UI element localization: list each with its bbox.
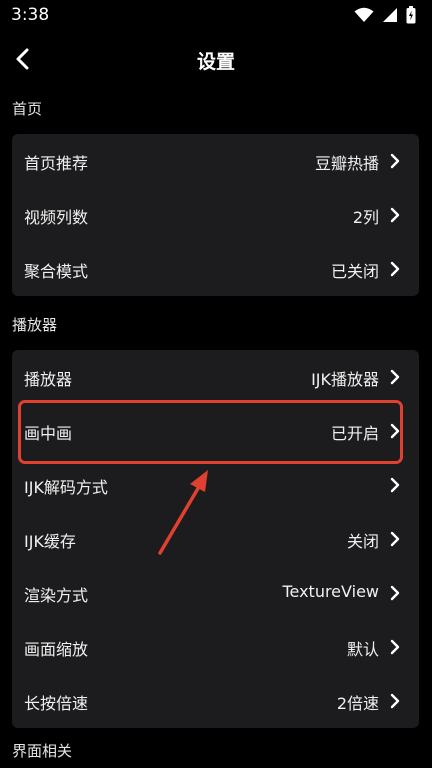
setting-row-video-columns[interactable]: 视频列数 2列 [12,188,419,242]
setting-row-home-recommend[interactable]: 首页推荐 豆瓣热播 [12,134,419,188]
status-icons [354,5,416,25]
chevron-right-icon [390,639,400,655]
setting-label: 首页推荐 [24,154,89,173]
setting-value: 默认 [346,640,379,659]
setting-row-long-press-speed[interactable]: 长按倍速 2倍速 [12,674,419,728]
highlight-box [18,400,403,464]
setting-label: 聚合模式 [24,262,89,281]
setting-row-render-mode[interactable]: 渲染方式 TextureView [12,566,419,620]
section-title-ui: 界面相关 [12,742,73,760]
chevron-right-icon [390,585,400,601]
chevron-right-icon [390,477,400,493]
setting-row-picture-scale[interactable]: 画面缩放 默认 [12,620,419,674]
chevron-right-icon [390,531,400,547]
status-bar: 3:38 [0,0,432,30]
chevron-right-icon [390,261,400,277]
setting-row-player[interactable]: 播放器 IJK播放器 [12,350,419,404]
section-title-home: 首页 [12,100,43,118]
setting-label: IJK缓存 [24,532,76,551]
settings-card-home: 首页推荐 豆瓣热播 视频列数 2列 聚合模式 已关闭 [12,134,419,296]
app-header: 设置 [0,30,432,88]
chevron-right-icon [390,693,400,709]
setting-label: 渲染方式 [24,586,89,605]
setting-label: 长按倍速 [24,694,89,713]
page-title: 设置 [196,51,235,73]
setting-label: 视频列数 [24,208,89,227]
setting-value: 2倍速 [336,694,379,713]
setting-row-ijk-cache[interactable]: IJK缓存 关闭 [12,512,419,566]
battery-icon [406,6,416,24]
setting-value: TextureView [282,582,379,601]
setting-value: 已关闭 [330,262,379,281]
setting-row-aggregate-mode[interactable]: 聚合模式 已关闭 [12,242,419,296]
setting-value: 2列 [352,208,379,227]
setting-value: 豆瓣热播 [314,154,379,173]
signal-icon [383,8,397,22]
wifi-icon [354,7,374,22]
section-title-player: 播放器 [12,316,58,334]
status-time: 3:38 [11,5,50,25]
setting-row-ijk-decode-mode[interactable]: IJK解码方式 [12,458,419,512]
chevron-right-icon [390,153,400,169]
setting-label: IJK解码方式 [24,478,108,497]
chevron-right-icon [390,369,400,385]
setting-value: IJK播放器 [311,370,379,389]
setting-label: 播放器 [24,370,73,389]
chevron-right-icon [390,207,400,223]
setting-value: 关闭 [346,532,379,551]
setting-label: 画面缩放 [24,640,89,659]
